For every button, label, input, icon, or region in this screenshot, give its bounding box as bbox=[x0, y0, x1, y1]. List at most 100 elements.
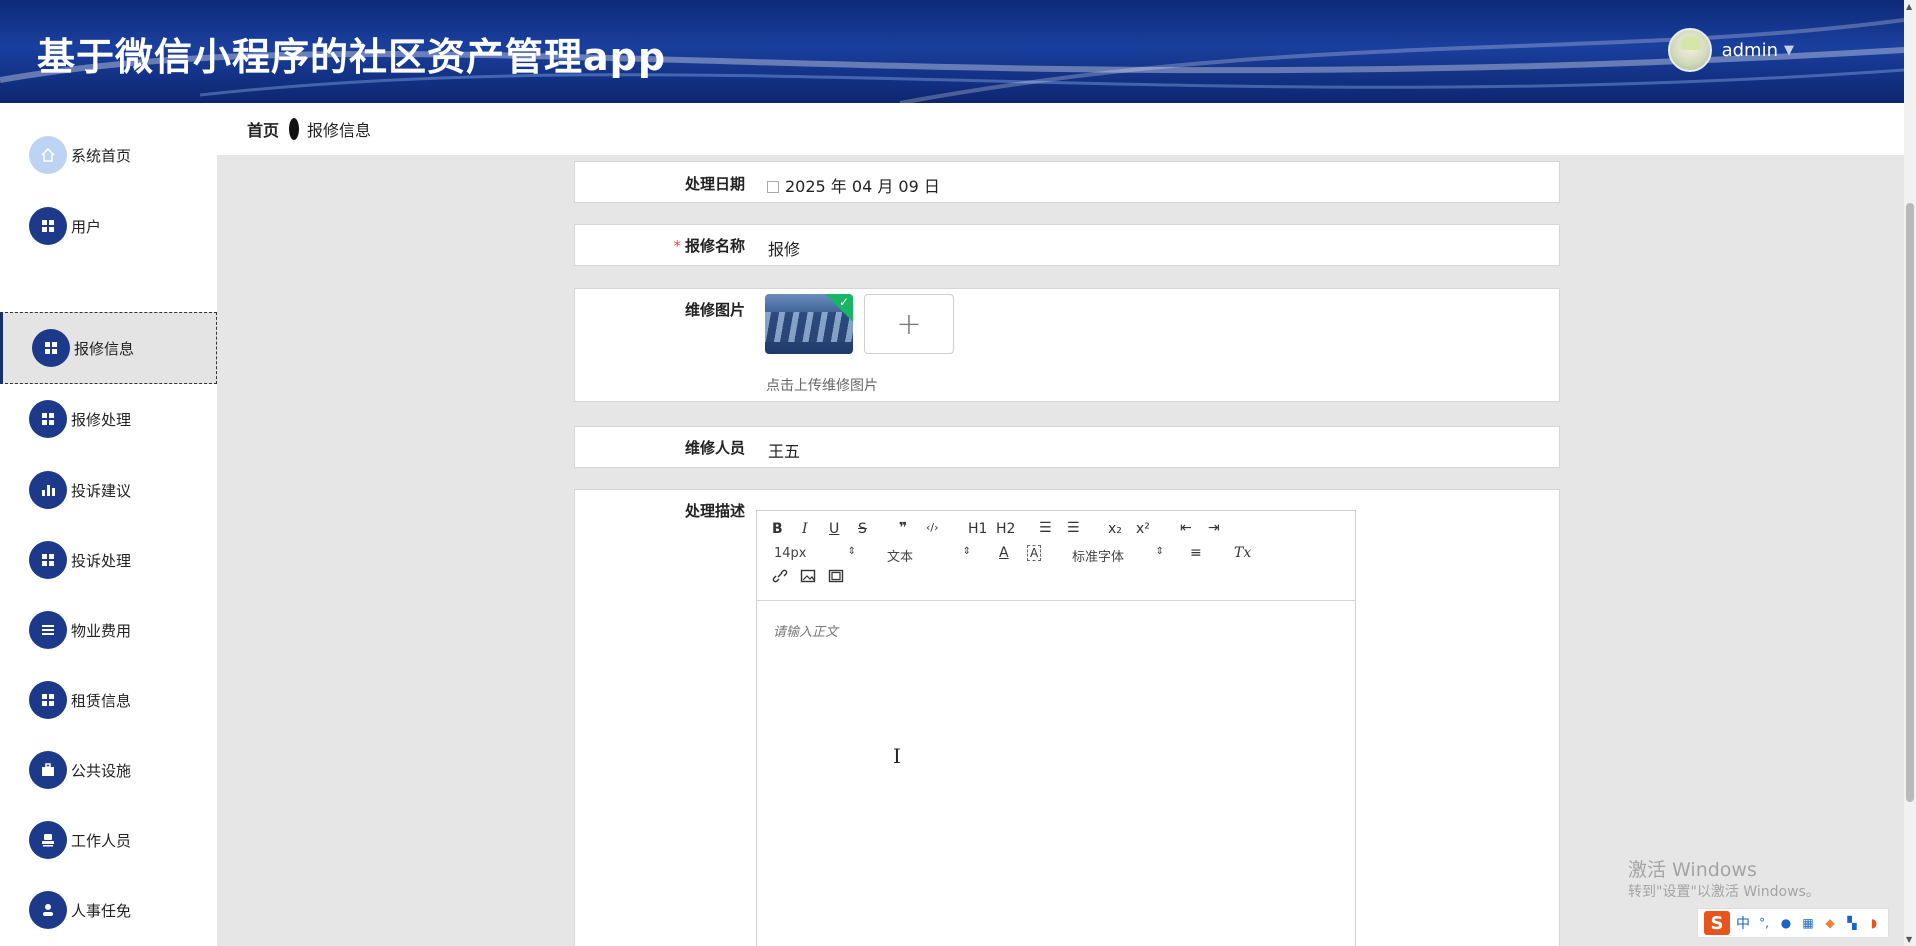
sidebar-item-label: 物业费用 bbox=[71, 621, 132, 640]
code-block-button[interactable]: ‹/› bbox=[926, 521, 939, 534]
person-icon bbox=[29, 891, 67, 929]
list-icon bbox=[29, 611, 67, 649]
ordered-list-button[interactable]: ☰ bbox=[1039, 520, 1052, 536]
sidebar-item-complaints[interactable]: 投诉建议 bbox=[0, 455, 217, 525]
upload-add-button[interactable]: + bbox=[864, 294, 954, 354]
sidebar: 系统首页 用户 报修信息 报修处理 投诉建议 投诉处理 物业费用 租赁信息 公共… bbox=[0, 103, 217, 946]
indent-button[interactable]: ⇥ bbox=[1208, 520, 1220, 536]
scrollbar-thumb[interactable] bbox=[1906, 203, 1914, 802]
chevron-down-icon[interactable]: ▼ bbox=[1784, 43, 1794, 58]
sogou-logo-icon[interactable]: S bbox=[1704, 911, 1730, 935]
strikethrough-button[interactable]: S bbox=[858, 521, 867, 537]
description-label: 处理描述 bbox=[684, 502, 745, 520]
text-cursor-icon: I bbox=[893, 744, 901, 768]
sidebar-item-label: 投诉建议 bbox=[71, 481, 132, 500]
sidebar-item-property-fees[interactable]: 物业费用 bbox=[0, 595, 217, 665]
sidebar-item-facilities[interactable]: 公共设施 bbox=[0, 735, 217, 805]
select-arrows-icon: ⇕ bbox=[962, 546, 971, 557]
sidebar-item-complaint-process[interactable]: 投诉处理 bbox=[0, 525, 217, 595]
form-row-staff: 维修人员 王五 bbox=[574, 426, 1560, 468]
align-button[interactable]: ≡ bbox=[1190, 545, 1202, 561]
sidebar-item-repair-info[interactable]: 报修信息 bbox=[0, 312, 217, 384]
avatar[interactable] bbox=[1667, 28, 1712, 72]
page-scrollbar[interactable]: ▲ ▼ bbox=[1904, 0, 1916, 946]
clear-format-button[interactable]: Tx bbox=[1234, 545, 1251, 561]
app-header: 基于微信小程序的社区资产管理app admin ▼ bbox=[0, 0, 1904, 103]
form-row-name: * 报修名称 报修 bbox=[574, 224, 1560, 266]
video-icon bbox=[828, 569, 844, 583]
sidebar-item-label: 用户 bbox=[71, 217, 102, 236]
form-row-description: 处理描述 B I U S ❞ ‹/› H1 H2 ☰ ☰ x₂ x² ⇤ ⇥ 1… bbox=[574, 489, 1560, 946]
sidebar-item-rental[interactable]: 租赁信息 bbox=[0, 665, 217, 735]
user-menu[interactable]: admin ▼ bbox=[1667, 28, 1794, 72]
video-button[interactable] bbox=[828, 569, 844, 587]
username[interactable]: admin bbox=[1722, 40, 1778, 61]
sidebar-item-users[interactable]: 用户 bbox=[0, 191, 217, 261]
paragraph-select[interactable]: 文本 ⇕ bbox=[887, 546, 971, 565]
grid-icon bbox=[29, 681, 67, 719]
blockquote-button[interactable]: ❞ bbox=[899, 520, 907, 536]
keyboard-icon[interactable]: ▦ bbox=[1800, 916, 1816, 930]
name-label-text: 报修名称 bbox=[684, 237, 745, 255]
superscript-button[interactable]: x² bbox=[1136, 521, 1150, 537]
sidebar-item-label: 人事任免 bbox=[71, 901, 132, 920]
outdent-button[interactable]: ⇤ bbox=[1180, 520, 1192, 536]
underline-button[interactable]: U bbox=[829, 521, 839, 537]
uploaded-image-thumbnail[interactable]: ✓ bbox=[765, 294, 853, 354]
microphone-icon[interactable]: ● bbox=[1778, 916, 1794, 930]
breadcrumb: 首页 报修信息 bbox=[217, 103, 1904, 155]
sidebar-item-label: 工作人员 bbox=[71, 831, 132, 850]
font-family-value: 标准字体 bbox=[1072, 550, 1125, 565]
font-size-select[interactable]: 14px ⇕ bbox=[774, 546, 856, 561]
stamp-icon bbox=[29, 821, 67, 859]
italic-button[interactable]: I bbox=[802, 521, 808, 537]
form-row-date: 处理日期 2025 年 04 月 09 日 bbox=[574, 161, 1560, 203]
scroll-up-icon[interactable]: ▲ bbox=[1906, 2, 1912, 11]
heading-1-button[interactable]: H1 bbox=[968, 521, 987, 537]
name-input[interactable]: 报修 bbox=[768, 236, 800, 260]
sidebar-item-label: 公共设施 bbox=[71, 761, 132, 780]
image-icon bbox=[800, 569, 816, 583]
link-icon bbox=[772, 569, 788, 583]
sidebar-item-staff[interactable]: 工作人员 bbox=[0, 805, 217, 875]
staff-input[interactable]: 王五 bbox=[768, 438, 800, 462]
select-arrows-icon: ⇕ bbox=[1155, 546, 1164, 557]
required-mark: * bbox=[673, 237, 681, 255]
punctuation-icon[interactable]: °, bbox=[1756, 916, 1772, 930]
sidebar-item-label: 租赁信息 bbox=[71, 691, 132, 710]
heading-2-button[interactable]: H2 bbox=[996, 521, 1015, 537]
font-color-button[interactable]: A bbox=[999, 545, 1009, 561]
bar-chart-icon bbox=[29, 471, 67, 509]
grid-icon bbox=[29, 400, 67, 438]
sidebar-item-personnel[interactable]: 人事任免 bbox=[0, 875, 217, 945]
background-color-button[interactable]: A bbox=[1027, 545, 1042, 561]
grid-icon bbox=[32, 329, 70, 367]
upload-tip: 点击上传维修图片 bbox=[766, 378, 878, 394]
link-button[interactable] bbox=[772, 569, 788, 586]
breadcrumb-home[interactable]: 首页 bbox=[247, 117, 279, 141]
ime-menu-icon[interactable]: ◗ bbox=[1866, 916, 1882, 930]
paragraph-value: 文本 bbox=[887, 550, 914, 565]
date-field[interactable]: 2025 年 04 月 09 日 bbox=[767, 173, 940, 197]
sidebar-item-label: 系统首页 bbox=[71, 146, 132, 165]
scroll-down-icon[interactable]: ▼ bbox=[1906, 935, 1912, 944]
skin-icon[interactable]: ◆ bbox=[1822, 916, 1838, 930]
staff-label: 维修人员 bbox=[684, 439, 745, 457]
sidebar-item-repair-process[interactable]: 报修处理 bbox=[0, 384, 217, 454]
font-family-select[interactable]: 标准字体 ⇕ bbox=[1072, 546, 1164, 565]
ime-mode-toggle[interactable]: 中 bbox=[1736, 913, 1750, 933]
sidebar-item-home[interactable]: 系统首页 bbox=[0, 120, 217, 190]
sidebar-item-label: 报修信息 bbox=[74, 339, 135, 358]
rich-text-editor[interactable]: B I U S ❞ ‹/› H1 H2 ☰ ☰ x₂ x² ⇤ ⇥ 14px ⇕ … bbox=[756, 510, 1356, 946]
ime-toolbar[interactable]: S 中 °, ● ▦ ◆ ▚ ◗ bbox=[1697, 908, 1889, 938]
toolbox-icon[interactable]: ▚ bbox=[1844, 916, 1860, 930]
editor-toolbar: B I U S ❞ ‹/› H1 H2 ☰ ☰ x₂ x² ⇤ ⇥ 14px ⇕ … bbox=[757, 511, 1355, 601]
image-button[interactable] bbox=[800, 569, 816, 587]
bold-button[interactable]: B bbox=[772, 521, 783, 537]
bullet-list-button[interactable]: ☰ bbox=[1067, 520, 1080, 536]
image-label: 维修图片 bbox=[684, 301, 745, 319]
main-content: 处理日期 2025 年 04 月 09 日 * 报修名称 报修 维修图片 ✓ + … bbox=[217, 155, 1904, 946]
subscript-button[interactable]: x₂ bbox=[1108, 521, 1122, 537]
windows-activation-title: 激活 Windows bbox=[1628, 859, 1757, 881]
name-label: * 报修名称 bbox=[575, 235, 745, 256]
